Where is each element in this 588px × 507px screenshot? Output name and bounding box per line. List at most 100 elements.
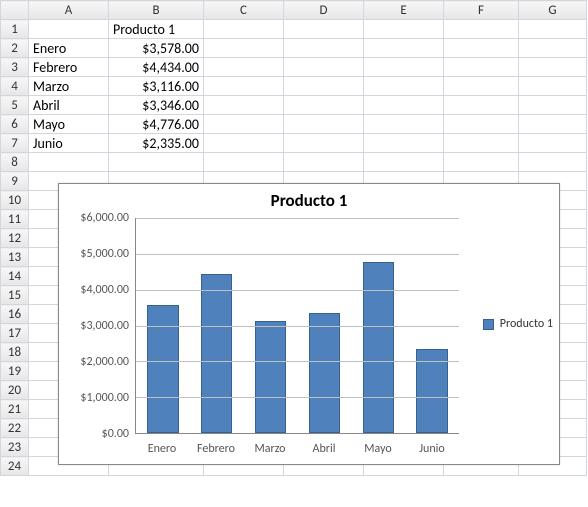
- cell[interactable]: [204, 77, 284, 96]
- column-header-row[interactable]: A B C D E F G: [1, 1, 587, 20]
- cell[interactable]: [204, 58, 284, 77]
- row-header[interactable]: 4: [1, 77, 29, 96]
- col-header-B[interactable]: B: [109, 1, 204, 20]
- cell[interactable]: [444, 134, 519, 153]
- col-header-E[interactable]: E: [364, 1, 444, 20]
- y-tick-label: $0.00: [102, 427, 129, 441]
- embedded-chart[interactable]: Producto 1 $0.00$1,000.00$2,000.00$3,000…: [58, 183, 560, 465]
- row-header[interactable]: 18: [1, 343, 29, 362]
- row-header[interactable]: 23: [1, 438, 29, 457]
- cell[interactable]: [519, 115, 587, 134]
- cell[interactable]: [284, 20, 364, 39]
- cell[interactable]: [364, 20, 444, 39]
- cell[interactable]: [519, 96, 587, 115]
- cell[interactable]: [364, 115, 444, 134]
- cell[interactable]: [364, 58, 444, 77]
- cell[interactable]: [364, 96, 444, 115]
- cell[interactable]: [444, 77, 519, 96]
- row-header[interactable]: 9: [1, 172, 29, 191]
- row-header[interactable]: 21: [1, 400, 29, 419]
- y-tick-label: $1,000.00: [80, 391, 129, 405]
- cell[interactable]: [29, 153, 109, 172]
- row-header[interactable]: 2: [1, 39, 29, 58]
- cell[interactable]: [444, 39, 519, 58]
- row-header[interactable]: 10: [1, 191, 29, 210]
- chart-legend: Producto 1: [483, 317, 553, 331]
- cell[interactable]: [204, 20, 284, 39]
- cell[interactable]: $3,578.00: [109, 39, 204, 58]
- cell[interactable]: [204, 39, 284, 58]
- cell[interactable]: [284, 77, 364, 96]
- cell[interactable]: [29, 20, 109, 39]
- cell[interactable]: $3,116.00: [109, 77, 204, 96]
- cell[interactable]: Producto 1: [109, 20, 204, 39]
- chart-gridline: [136, 326, 459, 327]
- cell[interactable]: [284, 58, 364, 77]
- col-header-D[interactable]: D: [284, 1, 364, 20]
- cell[interactable]: [204, 134, 284, 153]
- cell[interactable]: [364, 134, 444, 153]
- cell[interactable]: [364, 153, 444, 172]
- cell[interactable]: [519, 153, 587, 172]
- cell[interactable]: [519, 20, 587, 39]
- row-header[interactable]: 20: [1, 381, 29, 400]
- cell[interactable]: [284, 134, 364, 153]
- row-header[interactable]: 19: [1, 362, 29, 381]
- chart-bar[interactable]: [255, 321, 286, 433]
- cell[interactable]: [284, 153, 364, 172]
- cell[interactable]: [444, 96, 519, 115]
- cell[interactable]: Enero: [29, 39, 109, 58]
- row-header[interactable]: 6: [1, 115, 29, 134]
- row-header[interactable]: 15: [1, 286, 29, 305]
- cell[interactable]: [444, 115, 519, 134]
- cell[interactable]: $3,346.00: [109, 96, 204, 115]
- chart-bar[interactable]: [363, 262, 394, 433]
- cell[interactable]: [519, 77, 587, 96]
- cell[interactable]: Marzo: [29, 77, 109, 96]
- cell[interactable]: [204, 115, 284, 134]
- chart-bar[interactable]: [309, 313, 340, 433]
- row-header[interactable]: 7: [1, 134, 29, 153]
- cell[interactable]: Abril: [29, 96, 109, 115]
- cell[interactable]: [444, 58, 519, 77]
- row-header[interactable]: 5: [1, 96, 29, 115]
- cell[interactable]: [284, 39, 364, 58]
- row-header[interactable]: 13: [1, 248, 29, 267]
- row-header[interactable]: 14: [1, 267, 29, 286]
- cell[interactable]: $4,434.00: [109, 58, 204, 77]
- row-header[interactable]: 17: [1, 324, 29, 343]
- cell[interactable]: [284, 96, 364, 115]
- row-header[interactable]: 24: [1, 457, 29, 476]
- cell[interactable]: Febrero: [29, 58, 109, 77]
- col-header-A[interactable]: A: [29, 1, 109, 20]
- x-tick-label: Marzo: [243, 442, 297, 456]
- cell[interactable]: Mayo: [29, 115, 109, 134]
- cell[interactable]: [364, 39, 444, 58]
- cell[interactable]: [204, 153, 284, 172]
- row-header[interactable]: 3: [1, 58, 29, 77]
- cell[interactable]: [519, 39, 587, 58]
- cell[interactable]: [519, 58, 587, 77]
- cell[interactable]: [519, 134, 587, 153]
- cell[interactable]: [444, 153, 519, 172]
- cell[interactable]: [109, 153, 204, 172]
- cell[interactable]: Junio: [29, 134, 109, 153]
- cell[interactable]: [204, 96, 284, 115]
- chart-bar[interactable]: [147, 305, 178, 433]
- row-header[interactable]: 12: [1, 229, 29, 248]
- chart-bar[interactable]: [201, 274, 232, 433]
- row-header[interactable]: 16: [1, 305, 29, 324]
- row-header[interactable]: 1: [1, 20, 29, 39]
- cell[interactable]: $2,335.00: [109, 134, 204, 153]
- cell[interactable]: [284, 115, 364, 134]
- cell[interactable]: [364, 77, 444, 96]
- col-header-G[interactable]: G: [519, 1, 587, 20]
- select-all-corner[interactable]: [1, 1, 29, 20]
- row-header[interactable]: 8: [1, 153, 29, 172]
- row-header[interactable]: 22: [1, 419, 29, 438]
- cell[interactable]: $4,776.00: [109, 115, 204, 134]
- col-header-F[interactable]: F: [444, 1, 519, 20]
- cell[interactable]: [444, 20, 519, 39]
- row-header[interactable]: 11: [1, 210, 29, 229]
- col-header-C[interactable]: C: [204, 1, 284, 20]
